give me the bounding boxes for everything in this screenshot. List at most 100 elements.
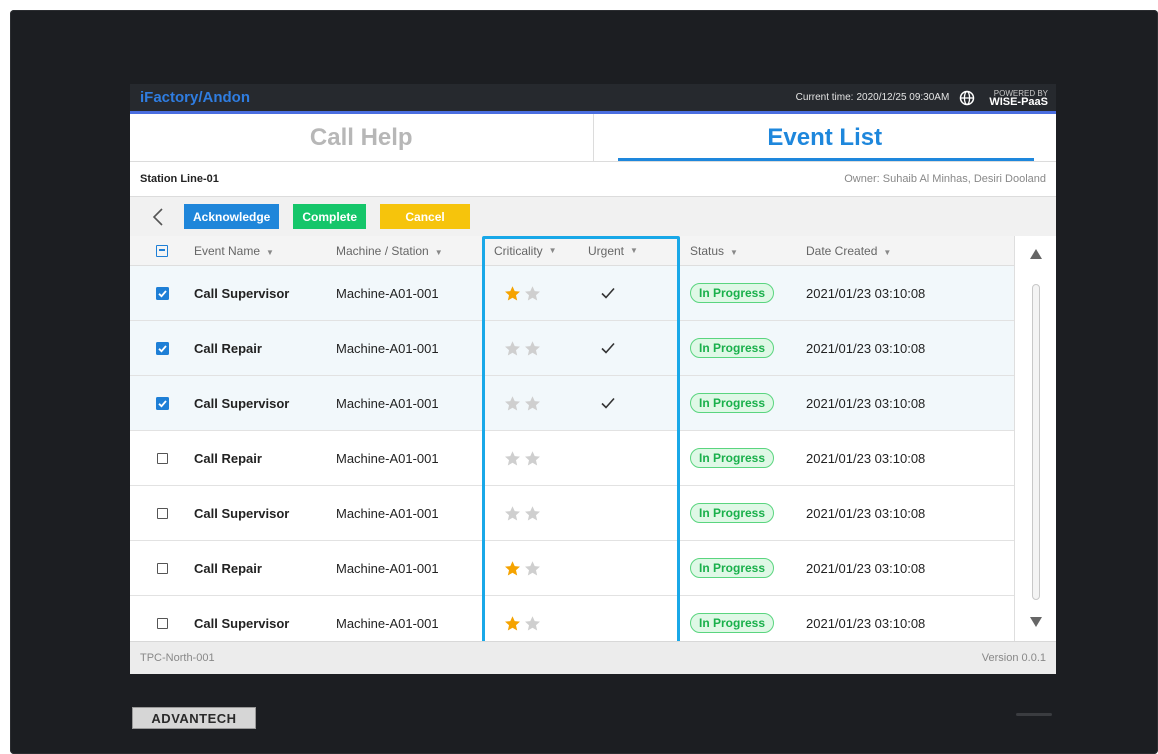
- clock-label: Current time:: [795, 92, 854, 103]
- status-badge: In Progress: [690, 393, 775, 413]
- status-badge: In Progress: [690, 283, 775, 303]
- clock-value: 2020/12/25 09:30AM: [856, 92, 950, 103]
- criticality-rating: [486, 615, 586, 632]
- header-event-name[interactable]: Event Name ▼: [194, 244, 336, 258]
- sort-caret-icon: ▼: [630, 246, 638, 255]
- powered-by-badge: POWERED BY WISE-PaaS: [989, 89, 1048, 108]
- star-filled-icon: [505, 615, 520, 630]
- machine-station: Machine-A01-001: [336, 560, 439, 576]
- checkbox-unchecked-icon[interactable]: [156, 562, 168, 574]
- device-id: TPC-North-001: [140, 652, 215, 664]
- sort-caret-icon: ▼: [266, 247, 274, 257]
- sort-caret-icon: ▼: [548, 246, 557, 255]
- event-name: Call Supervisor: [194, 395, 290, 411]
- row-checkbox[interactable]: [130, 396, 194, 410]
- table-row[interactable]: Call Supervisor Machine-A01-001 In Progr…: [130, 486, 1056, 541]
- row-checkbox[interactable]: [130, 452, 194, 464]
- event-name: Call Supervisor: [194, 505, 290, 521]
- chevron-left-icon[interactable]: [152, 207, 164, 227]
- star-empty-icon: [505, 395, 520, 410]
- complete-button[interactable]: Complete: [293, 204, 367, 229]
- star-filled-icon: [505, 285, 520, 300]
- header-criticality[interactable]: Criticality ▼: [486, 244, 586, 258]
- criticality-rating: [486, 395, 586, 412]
- table-row[interactable]: Call Repair Machine-A01-001 In Progress …: [130, 541, 1056, 596]
- tab-bar: Call Help Event List: [130, 114, 1056, 162]
- globe-icon[interactable]: [959, 90, 975, 106]
- table-body: Call Supervisor Machine-A01-001 In Progr…: [130, 266, 1056, 651]
- row-checkbox[interactable]: [130, 286, 194, 300]
- table-row[interactable]: Call Supervisor Machine-A01-001 In Progr…: [130, 376, 1056, 431]
- table-row[interactable]: Call Supervisor Machine-A01-001 In Progr…: [130, 266, 1056, 321]
- table-header: Event Name ▼ Machine / Station ▼ Criticali…: [130, 236, 1056, 266]
- checkbox-checked-icon[interactable]: [155, 396, 169, 410]
- table-row[interactable]: Call Repair Machine-A01-001 In Progress …: [130, 321, 1056, 376]
- header-status[interactable]: Status ▼: [676, 244, 806, 258]
- arrow-down-icon[interactable]: [1029, 616, 1043, 628]
- row-checkbox[interactable]: [130, 507, 194, 519]
- urgent-flag: [586, 286, 676, 300]
- checkbox-checked-icon[interactable]: [155, 341, 169, 355]
- event-name: Call Supervisor: [194, 615, 290, 631]
- event-name: Call Repair: [194, 450, 262, 466]
- criticality-rating: [486, 285, 586, 302]
- criticality-rating: [486, 505, 586, 522]
- event-name: Call Supervisor: [194, 285, 290, 301]
- select-all-checkbox[interactable]: [156, 244, 168, 257]
- machine-station: Machine-A01-001: [336, 615, 439, 631]
- criticality-rating: [486, 560, 586, 577]
- urgent-flag: [586, 396, 676, 410]
- arrow-up-icon[interactable]: [1029, 248, 1043, 260]
- acknowledge-button[interactable]: Acknowledge: [184, 204, 280, 229]
- criticality-rating: [486, 450, 586, 467]
- check-icon: [601, 397, 615, 409]
- star-empty-icon: [525, 615, 540, 630]
- advantech-logo: ADVANTECH: [132, 707, 256, 729]
- tab-event-list[interactable]: Event List: [594, 114, 1057, 161]
- header-urgent[interactable]: Urgent ▼: [586, 244, 676, 258]
- check-icon: [601, 287, 615, 299]
- tab-event-list-label: Event List: [767, 123, 883, 151]
- cancel-button[interactable]: Cancel: [380, 204, 471, 229]
- machine-station: Machine-A01-001: [336, 395, 439, 411]
- criticality-rating: [486, 340, 586, 357]
- powered-by-brand: WISE-PaaS: [989, 95, 1048, 108]
- checkbox-unchecked-icon[interactable]: [156, 452, 168, 464]
- tab-call-help[interactable]: Call Help: [130, 114, 594, 161]
- station-info: Station Line-01 Owner: Suhaib Al Minhas,…: [130, 162, 1056, 197]
- event-name: Call Repair: [194, 340, 262, 356]
- status-badge: In Progress: [690, 558, 775, 578]
- checkbox-unchecked-icon[interactable]: [156, 507, 168, 519]
- row-checkbox[interactable]: [130, 341, 194, 355]
- checkbox-unchecked-icon[interactable]: [156, 617, 168, 629]
- star-empty-icon: [525, 285, 540, 300]
- scroll-thumb[interactable]: [1032, 284, 1040, 600]
- action-toolbar: Acknowledge Complete Cancel: [130, 197, 1056, 236]
- status-badge: In Progress: [690, 503, 775, 523]
- active-tab-indicator: [617, 158, 1034, 161]
- row-checkbox[interactable]: [130, 562, 194, 574]
- device-screen: iFactory/Andon Current time: 2020/12/25 …: [130, 84, 1056, 674]
- sort-caret-icon: ▼: [434, 247, 443, 257]
- star-empty-icon: [505, 340, 520, 355]
- tab-call-help-label: Call Help: [309, 123, 413, 151]
- status-badge: In Progress: [690, 613, 775, 633]
- app-title: iFactory/Andon: [140, 89, 251, 106]
- header-machine[interactable]: Machine / Station ▼: [336, 244, 486, 258]
- machine-station: Machine-A01-001: [336, 285, 439, 301]
- sort-caret-icon: ▼: [730, 247, 738, 257]
- status-badge: In Progress: [690, 338, 775, 358]
- sort-caret-icon: ▼: [883, 247, 892, 257]
- machine-station: Machine-A01-001: [336, 505, 439, 521]
- row-checkbox[interactable]: [130, 617, 194, 629]
- machine-station: Machine-A01-001: [336, 340, 439, 356]
- event-table: Event Name ▼ Machine / Station ▼ Criticali…: [130, 236, 1056, 651]
- star-empty-icon: [525, 450, 540, 465]
- scrollbar[interactable]: [1014, 236, 1056, 651]
- star-empty-icon: [525, 340, 540, 355]
- table-row[interactable]: Call Repair Machine-A01-001 In Progress …: [130, 431, 1056, 486]
- checkbox-checked-icon[interactable]: [155, 286, 169, 300]
- star-empty-icon: [525, 505, 540, 520]
- status-badge: In Progress: [690, 448, 775, 468]
- machine-station: Machine-A01-001: [336, 450, 439, 466]
